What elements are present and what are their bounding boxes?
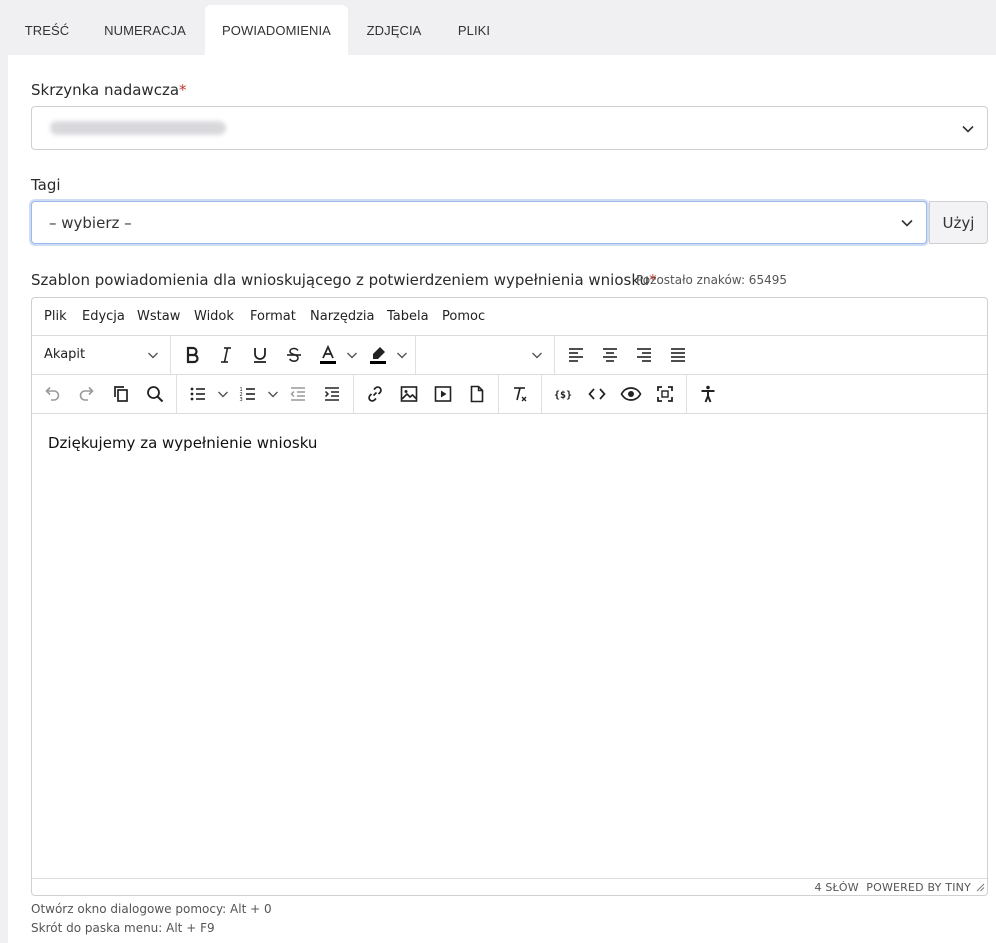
template-label: Szablon powiadomienia dla wnioskującego … (31, 271, 657, 289)
toolbar-separator (498, 375, 499, 413)
image-icon[interactable] (395, 380, 423, 408)
template-label-text: Szablon powiadomienia dla wnioskującego … (31, 271, 650, 289)
menu-format[interactable]: Format (250, 309, 296, 324)
tab-label: TREŚĆ (24, 22, 70, 38)
source-code-icon[interactable] (583, 380, 611, 408)
toolbar-separator (353, 375, 354, 413)
toolbar-separator (176, 375, 177, 413)
tab-numeracja[interactable]: NUMERACJA (92, 5, 198, 55)
accessibility-icon[interactable] (694, 380, 722, 408)
redo-icon[interactable] (73, 380, 101, 408)
word-count[interactable]: 4 SŁÓW (814, 881, 858, 894)
highlight-color-icon[interactable] (364, 341, 392, 369)
tab-label: ZDJĘCIA (366, 22, 422, 38)
help-shortcut-hint: Otwórz okno dialogowe pomocy: Alt + 0 (31, 902, 272, 916)
clear-formatting-icon[interactable] (506, 380, 534, 408)
tab-zdjecia[interactable]: ZDJĘCIA (356, 5, 432, 55)
toolbar-separator (554, 336, 555, 374)
tab-pliki[interactable]: PLIKI (446, 5, 502, 55)
tags-label: Tagi (31, 176, 61, 194)
tags-select[interactable]: – wybierz – (31, 201, 927, 244)
menu-wstaw[interactable]: Wstaw (137, 309, 180, 324)
numbered-list-icon[interactable]: 123 (234, 380, 262, 408)
media-icon[interactable] (429, 380, 457, 408)
editor-menubar: Plik Edycja Wstaw Widok Format Narzędzia… (32, 298, 987, 336)
preview-eye-icon[interactable] (617, 380, 645, 408)
align-justify-icon[interactable] (664, 341, 692, 369)
chevron-down-icon (148, 352, 158, 359)
menu-narzedzia[interactable]: Narzędzia (310, 309, 375, 324)
underline-icon[interactable] (246, 341, 274, 369)
powered-by-link[interactable]: POWERED BY TINY (866, 881, 971, 894)
document-icon[interactable] (463, 380, 491, 408)
tab-label: POWIADOMIENIA (222, 22, 331, 38)
editor-toolbar-insert: 123 {$} (32, 375, 987, 414)
toolbar-separator (686, 375, 687, 413)
align-right-icon[interactable] (630, 341, 658, 369)
tab-powiadomienia[interactable]: POWIADOMIENIA (205, 5, 348, 55)
indent-icon[interactable] (318, 380, 346, 408)
chevron-down-icon[interactable] (346, 349, 358, 361)
menu-widok[interactable]: Widok (194, 309, 234, 324)
tab-bar: TREŚĆ NUMERACJA POWIADOMIENIA ZDJĘCIA PL… (0, 0, 996, 55)
chevron-down-icon (962, 125, 974, 133)
apply-tag-button[interactable]: Użyj (929, 201, 988, 244)
font-size-dropdown[interactable] (416, 336, 554, 374)
undo-icon[interactable] (38, 380, 66, 408)
block-format-value: Akapit (44, 347, 86, 362)
align-center-icon[interactable] (596, 341, 624, 369)
svg-text:3: 3 (240, 397, 243, 403)
editor-statusbar: 4 SŁÓW POWERED BY TINY (32, 878, 987, 895)
redacted-value (50, 121, 226, 135)
bold-icon[interactable] (178, 341, 206, 369)
resize-handle-icon[interactable] (976, 883, 985, 892)
fullscreen-icon[interactable] (651, 380, 679, 408)
menu-plik[interactable]: Plik (44, 309, 67, 324)
sender-box-select[interactable] (31, 106, 988, 150)
align-left-icon[interactable] (562, 341, 590, 369)
bullet-list-icon[interactable] (184, 380, 212, 408)
search-icon[interactable] (141, 380, 169, 408)
menu-pomoc[interactable]: Pomoc (442, 309, 485, 324)
menu-tabela[interactable]: Tabela (387, 309, 429, 324)
sender-box-label: Skrzynka nadawcza* (31, 81, 187, 99)
menu-edycja[interactable]: Edycja (82, 309, 125, 324)
required-mark: * (179, 81, 187, 99)
chevron-down-icon[interactable] (217, 388, 229, 400)
block-format-dropdown[interactable]: Akapit (32, 336, 170, 374)
template-variable-icon[interactable]: {$} (549, 380, 577, 408)
editor-toolbar-formatting: Akapit (32, 336, 987, 375)
tab-tresc[interactable]: TREŚĆ (12, 5, 82, 55)
tab-label: NUMERACJA (104, 22, 186, 38)
page-edge (0, 55, 8, 943)
link-icon[interactable] (361, 380, 389, 408)
sender-box-label-text: Skrzynka nadawcza (31, 81, 180, 99)
toolbar-separator (170, 336, 171, 374)
toolbar-separator (541, 375, 542, 413)
chevron-down-icon (532, 352, 542, 359)
menubar-shortcut-hint: Skrót do paska menu: Alt + F9 (31, 921, 215, 935)
editor-content[interactable]: Dziękujemy za wypełnienie wniosku (48, 434, 317, 452)
outdent-icon[interactable] (284, 380, 312, 408)
italic-icon[interactable] (212, 341, 240, 369)
strikethrough-icon[interactable] (280, 341, 308, 369)
statusbar-info: 4 SŁÓW POWERED BY TINY (814, 881, 971, 894)
tags-select-value: – wybierz – (49, 214, 132, 232)
svg-text:{$}: {$} (554, 390, 572, 401)
chevron-down-icon[interactable] (396, 349, 408, 361)
chevron-down-icon[interactable] (267, 388, 279, 400)
copy-icon[interactable] (107, 380, 135, 408)
rich-text-editor: Plik Edycja Wstaw Widok Format Narzędzia… (31, 297, 988, 896)
char-counter: Pozostało znaków: 65495 (636, 273, 787, 287)
tab-label: PLIKI (457, 22, 491, 38)
chevron-down-icon (901, 219, 913, 227)
text-color-icon[interactable] (314, 341, 342, 369)
